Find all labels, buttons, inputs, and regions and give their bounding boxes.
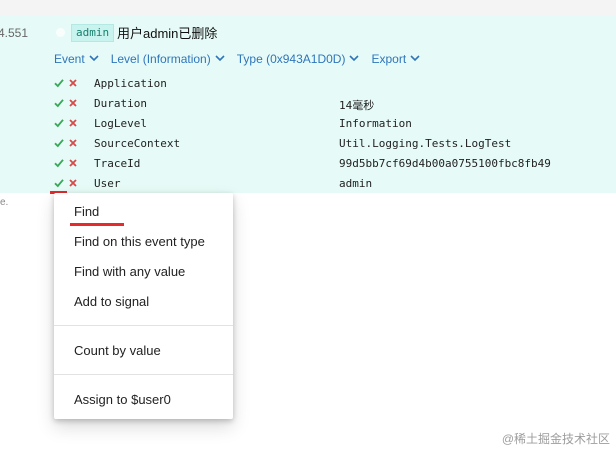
exclude-x-icon[interactable] xyxy=(68,98,78,108)
exclude-x-icon[interactable] xyxy=(68,158,78,168)
property-row-user: User admin xyxy=(54,175,614,195)
include-check-icon[interactable] xyxy=(54,98,64,108)
include-check-icon[interactable] xyxy=(54,118,64,128)
top-strip xyxy=(0,0,616,17)
event-properties-list: Application Duration 14毫秒 LogLevel Infor… xyxy=(54,75,614,195)
export-dropdown[interactable]: Export xyxy=(371,52,420,66)
chevron-down-icon xyxy=(410,53,420,63)
source-watermark: @稀土掘金技术社区 xyxy=(501,432,610,446)
chevron-down-icon xyxy=(89,53,99,63)
menu-divider xyxy=(54,325,233,326)
event-action-bar: Event Level (Information) Type (0x943A1D… xyxy=(54,50,432,68)
include-check-icon[interactable] xyxy=(54,78,64,88)
exclude-x-icon[interactable] xyxy=(68,118,78,128)
level-dropdown[interactable]: Level (Information) xyxy=(111,52,225,66)
export-dropdown-label: Export xyxy=(371,52,407,66)
property-context-menu: Find Find on this event type Find with a… xyxy=(54,193,233,419)
property-value[interactable]: admin xyxy=(339,177,372,190)
exclude-x-icon[interactable] xyxy=(68,178,78,188)
event-dropdown[interactable]: Event xyxy=(54,52,99,66)
exclude-x-icon[interactable] xyxy=(68,138,78,148)
find-annotation-underline xyxy=(70,223,124,226)
menu-item-count-by-value[interactable]: Count by value xyxy=(74,343,161,358)
property-row-duration: Duration 14毫秒 xyxy=(54,95,614,115)
property-row-traceid: TraceId 99d5bb7cf69d4b00a0755100fbc8fb49 xyxy=(54,155,614,175)
event-timestamp: 4.551 xyxy=(0,26,29,40)
event-tag[interactable]: admin xyxy=(71,24,115,42)
property-value[interactable]: Information xyxy=(339,117,412,130)
property-value[interactable]: 99d5bb7cf69d4b00a0755100fbc8fb49 xyxy=(339,157,551,170)
event-dropdown-label: Event xyxy=(54,52,85,66)
truncated-edge-text: e. xyxy=(0,197,9,208)
selected-event-panel: 4.551 admin 用户admin已删除 Event Level (Info… xyxy=(0,16,616,193)
menu-item-assign-user-variable[interactable]: Assign to $user0 xyxy=(74,392,171,407)
menu-item-find-with-any-value[interactable]: Find with any value xyxy=(74,264,185,279)
menu-item-find-on-event-type[interactable]: Find on this event type xyxy=(74,234,205,249)
event-message: 用户admin已删除 xyxy=(117,26,218,41)
property-name: TraceId xyxy=(94,157,141,170)
menu-item-add-to-signal[interactable]: Add to signal xyxy=(74,294,149,309)
include-check-icon[interactable] xyxy=(54,138,64,148)
include-check-icon[interactable] xyxy=(54,178,64,188)
property-value[interactable]: Util.Logging.Tests.LogTest xyxy=(339,137,511,150)
property-row-sourcecontext: SourceContext Util.Logging.Tests.LogTest xyxy=(54,135,614,155)
type-dropdown[interactable]: Type (0x943A1D0D) xyxy=(237,52,360,66)
log-viewer-screen: 4.551 admin 用户admin已删除 Event Level (Info… xyxy=(0,0,616,453)
event-expand-dot[interactable] xyxy=(56,28,65,37)
property-name: Duration xyxy=(94,97,147,110)
property-value[interactable]: 14毫秒 xyxy=(339,97,374,113)
property-row-loglevel: LogLevel Information xyxy=(54,115,614,135)
property-name: LogLevel xyxy=(94,117,147,130)
menu-divider xyxy=(54,374,233,375)
property-name: SourceContext xyxy=(94,137,181,150)
property-name: Application xyxy=(94,77,167,90)
include-check-icon[interactable] xyxy=(54,158,64,168)
property-name: User xyxy=(94,177,121,190)
type-dropdown-label: Type (0x943A1D0D) xyxy=(236,52,346,66)
property-row-application: Application xyxy=(54,75,614,95)
level-dropdown-label: Level (Information) xyxy=(110,52,211,66)
chevron-down-icon xyxy=(215,53,225,63)
chevron-down-icon xyxy=(349,53,360,63)
exclude-x-icon[interactable] xyxy=(68,78,78,88)
menu-item-find[interactable]: Find xyxy=(74,204,99,219)
